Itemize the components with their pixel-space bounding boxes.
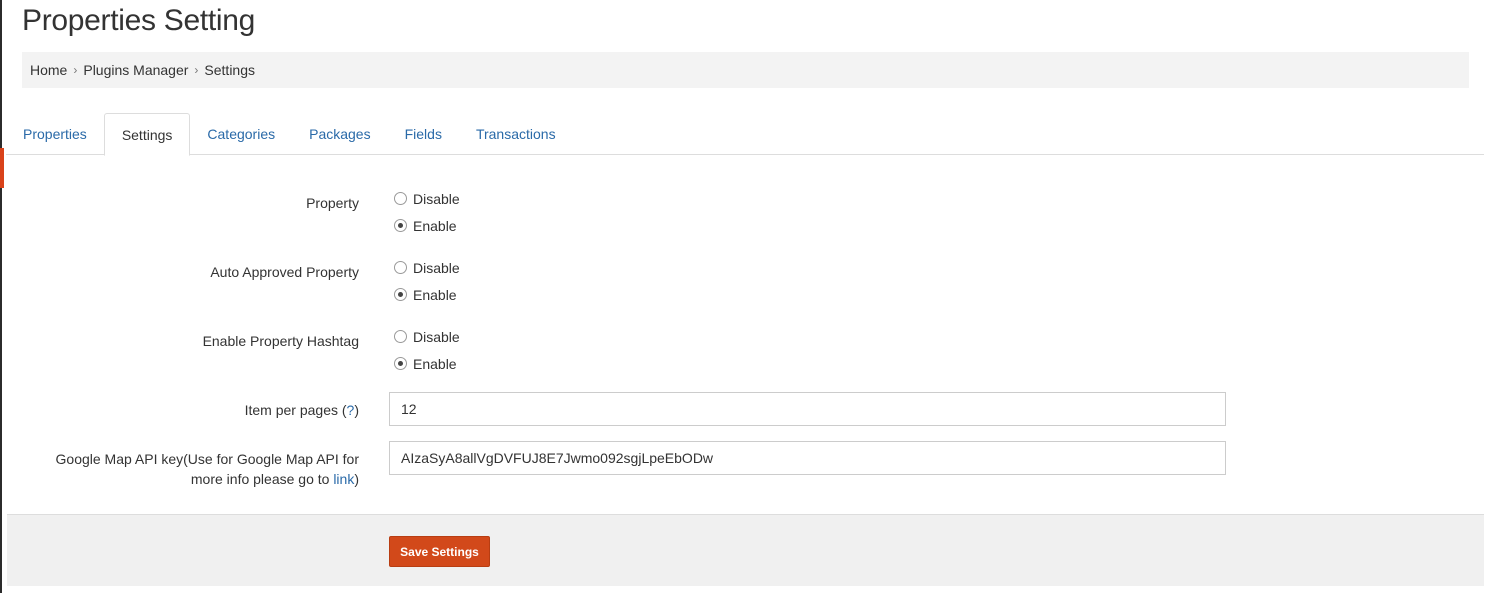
property-enable-label: Enable xyxy=(413,217,457,234)
hashtag-disable-label: Disable xyxy=(413,328,460,345)
tab-categories[interactable]: Categories xyxy=(190,113,292,155)
property-radio-group: Disable Enable xyxy=(394,185,460,239)
auto-approved-label: Auto Approved Property xyxy=(210,264,359,280)
google-map-key-label-line2-prefix: more info please go to xyxy=(190,471,334,487)
auto-approved-disable-label: Disable xyxy=(413,259,460,276)
tab-packages[interactable]: Packages xyxy=(292,113,387,155)
google-map-key-input[interactable]: AIzaSyA8allVgDVFUJ8E7Jwmo092sgjLpeEbODw xyxy=(389,441,1226,475)
hashtag-enable-option[interactable]: Enable xyxy=(394,350,460,377)
items-per-page-label-prefix: Item per pages ( xyxy=(244,402,347,418)
breadcrumb-plugins-manager[interactable]: Plugins Manager xyxy=(83,62,188,78)
tab-settings[interactable]: Settings xyxy=(103,113,191,156)
breadcrumb-separator-icon: › xyxy=(194,63,199,77)
google-map-key-label: Google Map API key(Use for Google Map AP… xyxy=(56,449,359,489)
auto-approved-radio-group: Disable Enable xyxy=(394,254,460,308)
property-enable-option[interactable]: Enable xyxy=(394,212,460,239)
property-disable-label: Disable xyxy=(413,190,460,207)
items-per-page-label: Item per pages (?) xyxy=(245,400,359,420)
property-enable-radio[interactable] xyxy=(394,219,407,232)
left-accent-marker xyxy=(0,148,4,188)
items-per-page-label-suffix: ) xyxy=(354,402,359,418)
property-label: Property xyxy=(306,195,359,211)
property-disable-option[interactable]: Disable xyxy=(394,185,460,212)
google-map-key-link[interactable]: link xyxy=(333,471,354,487)
tab-transactions[interactable]: Transactions xyxy=(459,113,573,155)
hashtag-enable-radio[interactable] xyxy=(394,357,407,370)
auto-approved-enable-option[interactable]: Enable xyxy=(394,281,460,308)
hashtag-disable-radio[interactable] xyxy=(394,330,407,343)
hashtag-enable-label: Enable xyxy=(413,355,457,372)
google-map-key-label-line1: Google Map API key(Use for Google Map AP… xyxy=(55,451,359,467)
items-per-page-input[interactable]: 12 xyxy=(389,392,1226,426)
auto-approved-disable-radio[interactable] xyxy=(394,261,407,274)
save-settings-button[interactable]: Save Settings xyxy=(389,536,490,567)
hashtag-radio-group: Disable Enable xyxy=(394,323,460,377)
breadcrumb-separator-icon: › xyxy=(73,63,78,77)
google-map-key-label-line2-suffix: ) xyxy=(354,471,359,487)
form-footer-bar: Save Settings xyxy=(7,514,1484,586)
property-disable-radio[interactable] xyxy=(394,192,407,205)
breadcrumb-home[interactable]: Home xyxy=(30,62,67,78)
tab-bar: Properties Settings Categories Packages … xyxy=(6,113,1484,156)
tab-fields[interactable]: Fields xyxy=(388,113,459,155)
auto-approved-disable-option[interactable]: Disable xyxy=(394,254,460,281)
tab-properties[interactable]: Properties xyxy=(6,113,104,155)
page-title: Properties Setting xyxy=(22,4,256,37)
hashtag-label: Enable Property Hashtag xyxy=(202,333,359,349)
hashtag-disable-option[interactable]: Disable xyxy=(394,323,460,350)
breadcrumb-settings: Settings xyxy=(204,62,256,78)
auto-approved-enable-radio[interactable] xyxy=(394,288,407,301)
auto-approved-enable-label: Enable xyxy=(413,286,457,303)
breadcrumb: Home › Plugins Manager › Settings xyxy=(22,52,1469,88)
left-edge-strip xyxy=(0,0,2,593)
